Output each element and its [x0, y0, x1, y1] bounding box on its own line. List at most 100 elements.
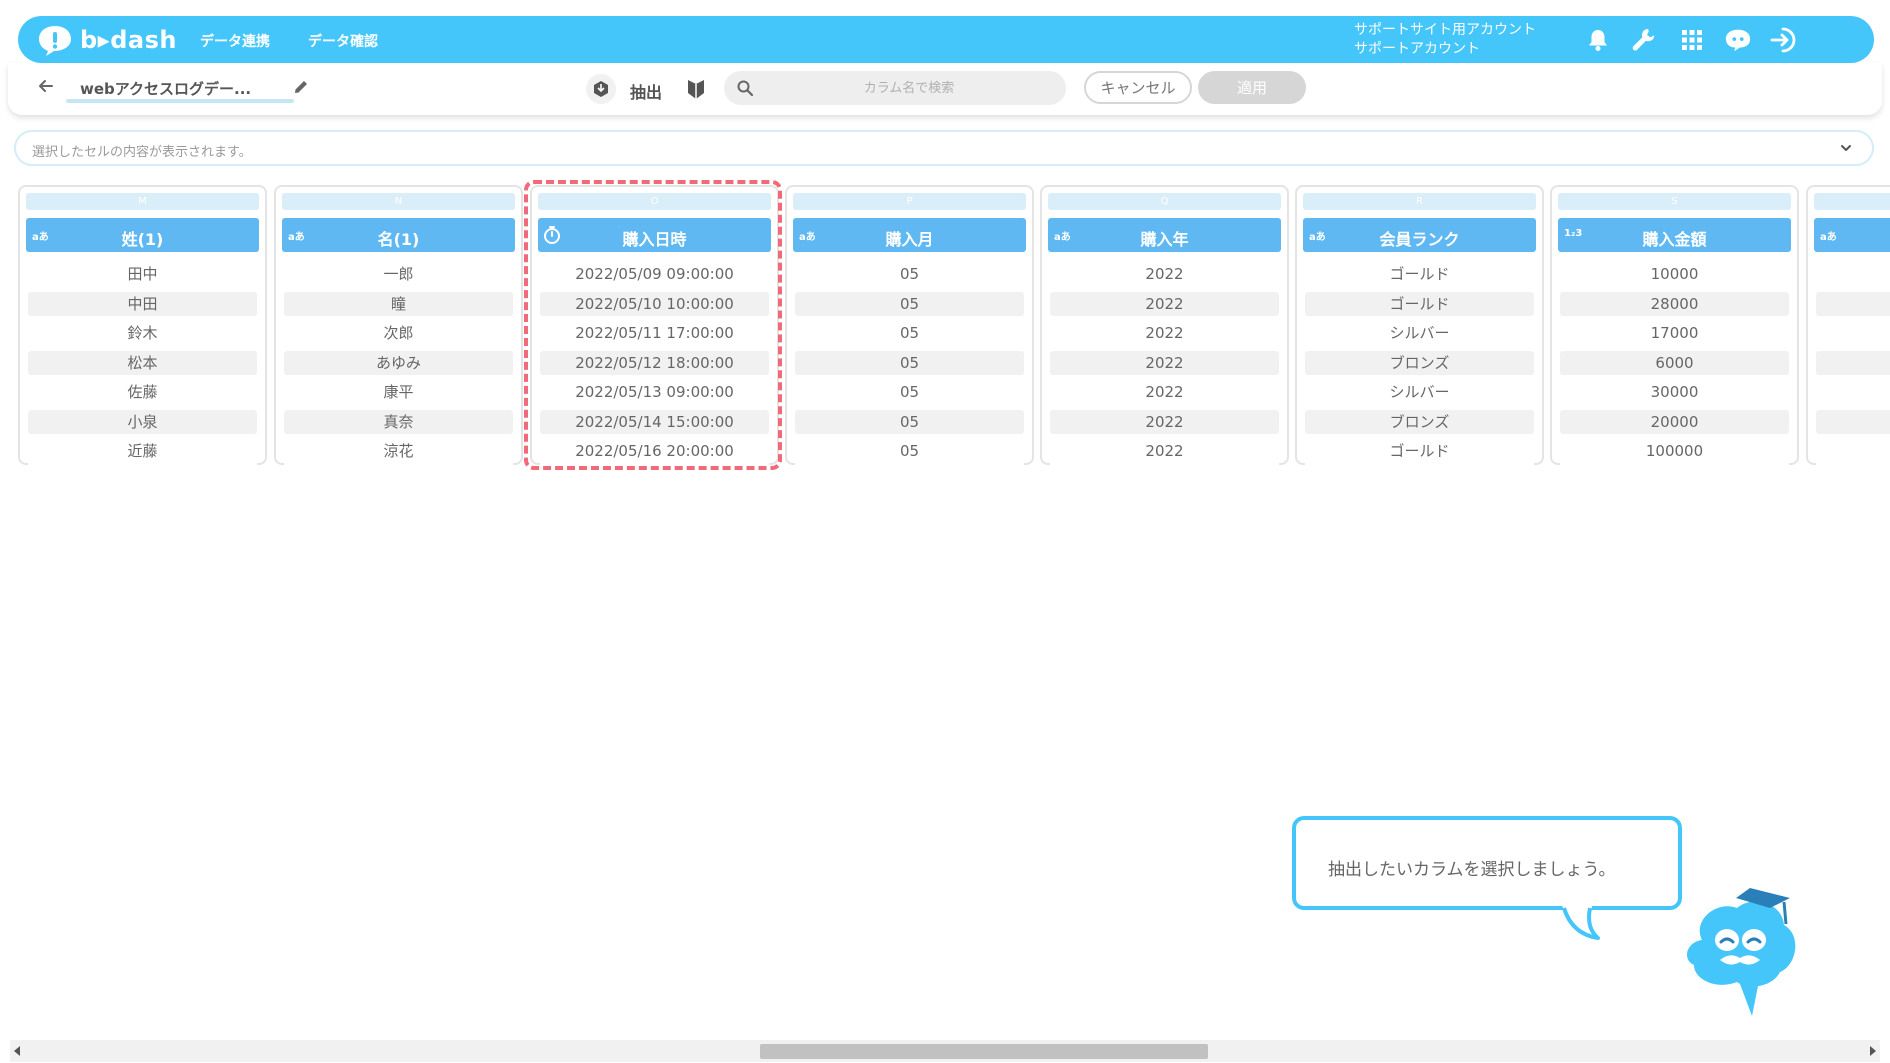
logo-bubble-icon: [39, 26, 71, 56]
account-info[interactable]: サポートサイト用アカウント サポートアカウント: [1354, 21, 1536, 59]
table-cell[interactable]: 田中: [28, 260, 257, 290]
logout-icon[interactable]: [1770, 26, 1798, 54]
column-header[interactable]: 1₂3 購入金額: [1558, 218, 1791, 252]
cell-content-bar[interactable]: 選択したセルの内容が表示されます。: [14, 130, 1874, 166]
chat-assistant-icon[interactable]: [1724, 26, 1752, 54]
table-cell[interactable]: ゴールド: [1305, 437, 1534, 467]
pencil-edit-icon[interactable]: [292, 78, 310, 96]
column-header[interactable]: aあ 購入年: [1048, 218, 1281, 252]
table-cell[interactable]: 30000: [1560, 378, 1789, 408]
chevron-down-icon[interactable]: [1838, 140, 1854, 156]
table-cell[interactable]: 佐藤: [28, 378, 257, 408]
table-cell[interactable]: ブロンズ: [1305, 351, 1534, 376]
table-cell[interactable]: 康平: [284, 378, 513, 408]
table-cell[interactable]: 2022: [1050, 351, 1279, 376]
table-cell[interactable]: ゴールド: [1305, 292, 1534, 317]
table-cell[interactable]: 17000: [1560, 319, 1789, 349]
column-name: 会員ランク: [1379, 230, 1460, 249]
column-header[interactable]: aあ 購入月: [793, 218, 1026, 252]
table-cell[interactable]: 05: [795, 378, 1024, 408]
column-letter: [1814, 193, 1890, 210]
table-cell[interactable]: 次郎: [284, 319, 513, 349]
table-cell[interactable]: 28000: [1560, 292, 1789, 317]
table-cell[interactable]: 05: [795, 292, 1024, 317]
table-cell[interactable]: 05: [795, 319, 1024, 349]
table-cell[interactable]: 2022: [1050, 292, 1279, 317]
table-cell[interactable]: ブロンズ: [1305, 410, 1534, 435]
horizontal-scrollbar[interactable]: [10, 1040, 1880, 1062]
table-cell[interactable]: 2022: [1050, 437, 1279, 467]
column-cells: 05 05 05 05 05 05 05: [795, 260, 1024, 467]
beginner-guide-icon[interactable]: [686, 78, 706, 100]
table-cell[interactable]: 2022: [1050, 319, 1279, 349]
document-title[interactable]: webアクセスログデー...: [80, 78, 251, 99]
table-cell[interactable]: シルバー: [1305, 319, 1534, 349]
back-arrow-icon[interactable]: [36, 76, 56, 96]
data-column[interactable]: Maあ 姓(1) 田中 中田 鈴木 松本 佐藤 小泉 近藤: [18, 185, 267, 467]
table-cell[interactable]: [1816, 260, 1890, 290]
table-cell[interactable]: [1816, 378, 1890, 408]
table-cell[interactable]: 05: [795, 260, 1024, 290]
data-column[interactable]: Paあ 購入月 05 05 05 05 05 05 05: [785, 185, 1034, 467]
column-header[interactable]: aあ: [1814, 218, 1890, 252]
table-cell[interactable]: 100000: [1560, 437, 1789, 467]
column-header[interactable]: aあ 姓(1): [26, 218, 259, 252]
table-cell[interactable]: 20000: [1560, 410, 1789, 435]
scrollbar-thumb[interactable]: [760, 1044, 1208, 1059]
table-cell[interactable]: [1816, 410, 1890, 435]
table-cell[interactable]: 松本: [28, 351, 257, 376]
mode-label: 抽出: [630, 83, 663, 102]
table-cell[interactable]: [1816, 351, 1890, 376]
bdash-logo[interactable]: b▸dash: [36, 23, 177, 57]
account-name: サポートサイト用アカウント: [1354, 22, 1536, 38]
nav-data-check[interactable]: データ確認: [308, 31, 378, 51]
table-cell[interactable]: 涼花: [284, 437, 513, 467]
cell-content-placeholder: 選択したセルの内容が表示されます。: [32, 145, 252, 160]
table-cell[interactable]: [1816, 437, 1890, 467]
scroll-right-arrow-icon[interactable]: [1870, 1046, 1876, 1056]
data-column[interactable]: aあ: [1806, 185, 1890, 467]
data-column[interactable]: Raあ 会員ランク ゴールド ゴールド シルバー ブロンズ シルバー ブロンズ ゴールド: [1295, 185, 1544, 467]
table-cell[interactable]: ゴールド: [1305, 260, 1534, 290]
bell-icon[interactable]: [1584, 26, 1612, 54]
table-cell[interactable]: 05: [795, 351, 1024, 376]
table-cell[interactable]: 近藤: [28, 437, 257, 467]
column-cells: ゴールド ゴールド シルバー ブロンズ シルバー ブロンズ ゴールド: [1305, 260, 1534, 467]
column-cells: 田中 中田 鈴木 松本 佐藤 小泉 近藤: [28, 260, 257, 467]
table-cell[interactable]: 一郎: [284, 260, 513, 290]
apply-button[interactable]: 適用: [1198, 71, 1306, 104]
table-cell[interactable]: 鈴木: [28, 319, 257, 349]
table-cell[interactable]: 10000: [1560, 260, 1789, 290]
data-column[interactable]: Naあ 名(1) 一郎瞳次郎 あゆみ 康平 真奈 涼花: [274, 185, 523, 467]
column-header[interactable]: aあ 名(1): [282, 218, 515, 252]
column-name: 購入年: [1140, 230, 1189, 249]
table-cell[interactable]: 6000: [1560, 351, 1789, 376]
table-cell[interactable]: あゆみ: [284, 351, 513, 376]
column-cells: 一郎瞳次郎 あゆみ 康平 真奈 涼花: [284, 260, 513, 467]
column-header[interactable]: aあ 会員ランク: [1303, 218, 1536, 252]
nav-data-integration[interactable]: データ連携: [200, 31, 270, 51]
table-cell[interactable]: [1816, 319, 1890, 349]
table-cell[interactable]: 瞳: [284, 292, 513, 317]
tooltip-tail: [1562, 906, 1600, 940]
table-cell[interactable]: シルバー: [1305, 378, 1534, 408]
table-cell[interactable]: 中田: [28, 292, 257, 317]
table-cell[interactable]: [1816, 292, 1890, 317]
apps-grid-icon[interactable]: [1678, 26, 1706, 54]
table-cell[interactable]: 05: [795, 437, 1024, 467]
table-cell[interactable]: 05: [795, 410, 1024, 435]
table-cell[interactable]: 2022: [1050, 378, 1279, 408]
data-column[interactable]: Qaあ 購入年 2022 2022 2022 2022 2022 2022 2022: [1040, 185, 1289, 467]
column-letter: M: [26, 193, 259, 210]
wrench-icon[interactable]: [1630, 26, 1658, 54]
cancel-button[interactable]: キャンセル: [1084, 71, 1192, 104]
table-cell[interactable]: 2022: [1050, 410, 1279, 435]
table-cell[interactable]: 2022: [1050, 260, 1279, 290]
table-cell[interactable]: 小泉: [28, 410, 257, 435]
scroll-left-arrow-icon[interactable]: [14, 1046, 20, 1056]
data-column[interactable]: S 1₂3 購入金額 10000 28000 17000 6000 30000 20000 100…: [1550, 185, 1799, 467]
column-search-input[interactable]: [764, 71, 1054, 105]
column-search-box: [724, 71, 1066, 105]
column-letter: P: [793, 193, 1026, 210]
table-cell[interactable]: 真奈: [284, 410, 513, 435]
